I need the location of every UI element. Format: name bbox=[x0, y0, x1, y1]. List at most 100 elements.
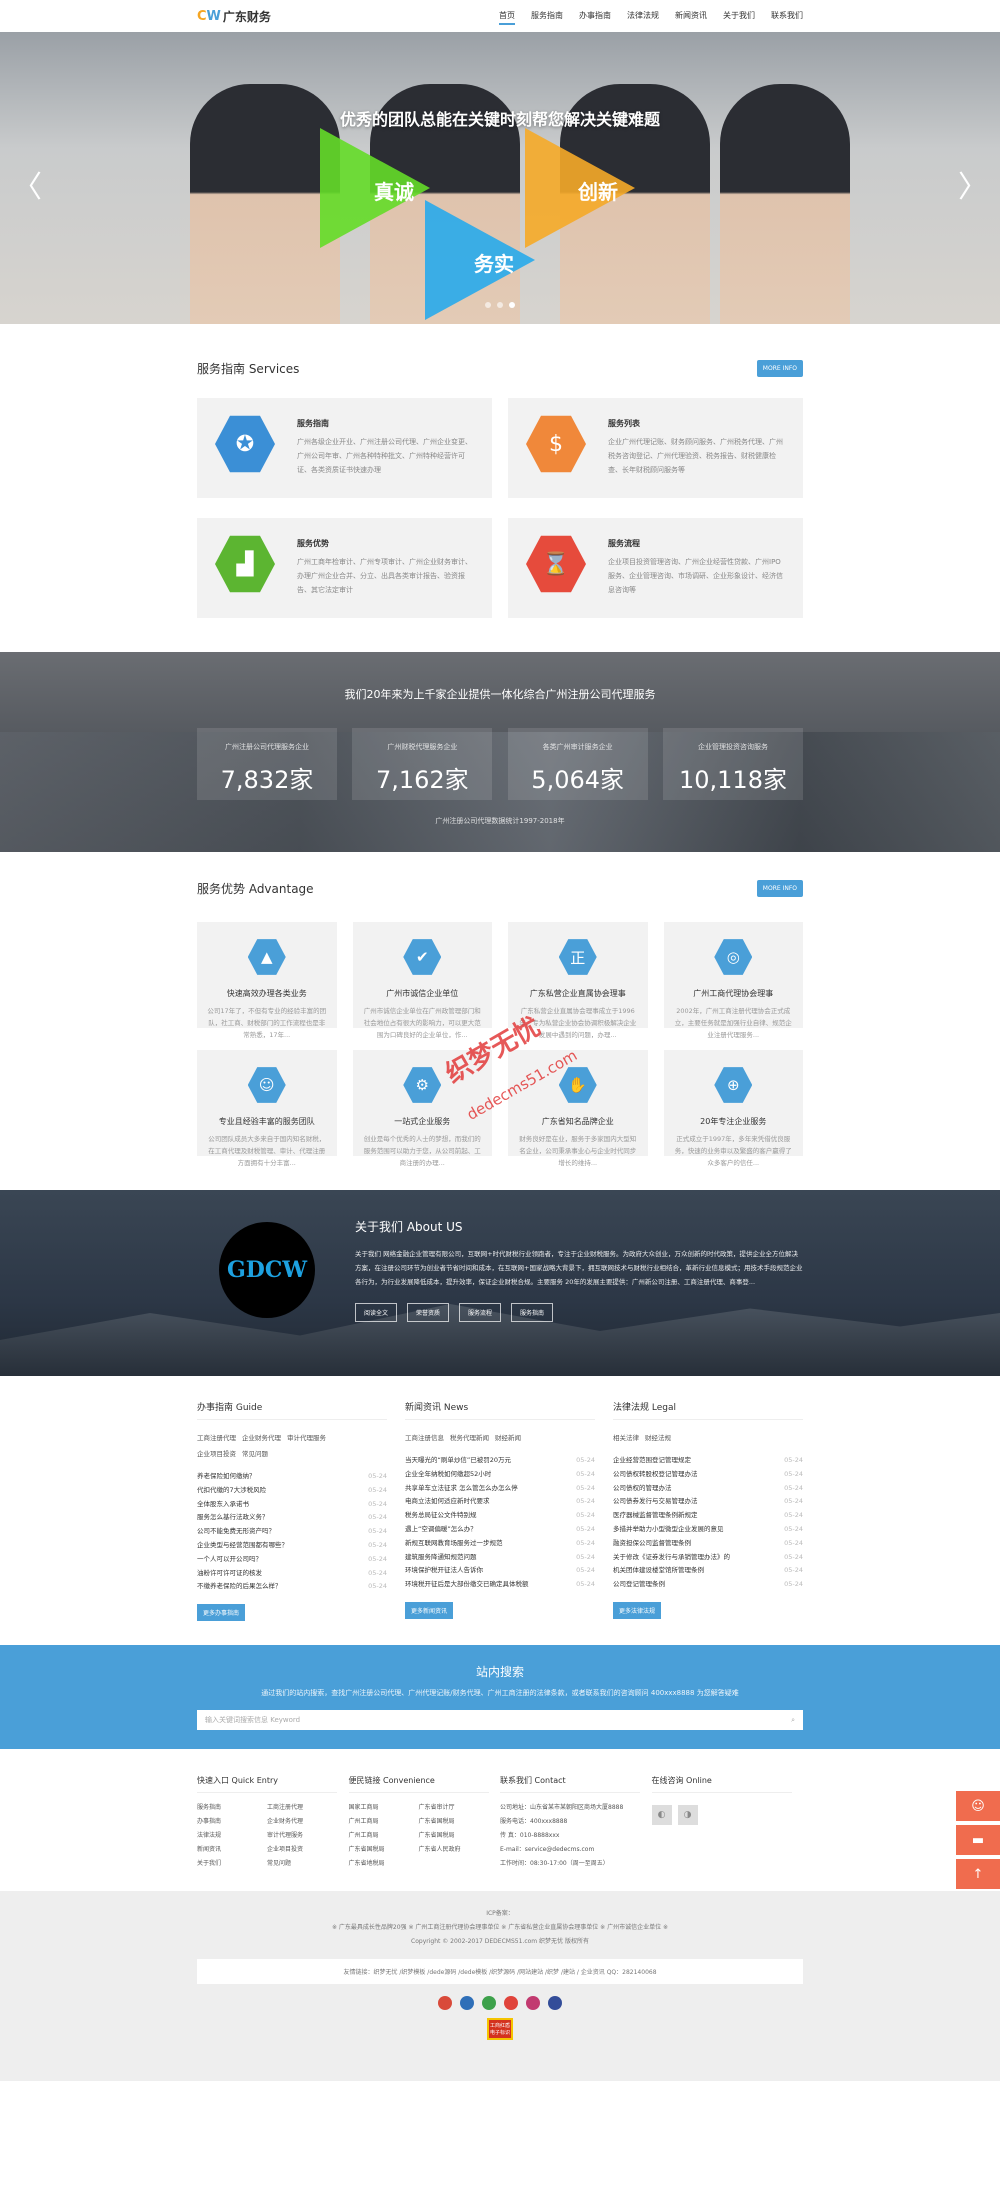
chat-float-icon[interactable]: ▬ bbox=[956, 1825, 1000, 1856]
service-card-process[interactable]: ⌛ 服务流程 企业项目投资管理咨询、广州企业经营性贷款、广州IPO服务、企业管理咨… bbox=[508, 518, 803, 618]
news-more-button[interactable]: 更多新闻资讯 bbox=[405, 1601, 454, 1619]
advantage-card[interactable]: ◎ 广州工商代理协会理事 2002年，广州工商注册代理协会正式成立，主要任务就是加强… bbox=[663, 922, 803, 1039]
list-item[interactable]: 新规互联网教育场服务过一步规范 05-24 bbox=[405, 1537, 595, 1551]
friend-links[interactable]: 友情链接：织梦无忧 /织梦模板 /dede源码 /dede模板 /织梦源码 /网… bbox=[197, 1959, 803, 1985]
news-tag[interactable]: 财经新闻 bbox=[495, 1434, 521, 1442]
footer-link[interactable]: 新闻资讯 bbox=[197, 1843, 267, 1857]
site-logo[interactable]: C W 广东财务 bbox=[197, 8, 271, 25]
list-item[interactable]: 多措并举助力小型微型企业发展的意见 05-24 bbox=[613, 1523, 803, 1537]
list-item[interactable]: 遇上“空调偏暖”怎么办？ 05-24 bbox=[405, 1523, 595, 1537]
footer-link[interactable]: 国家工商局 bbox=[349, 1801, 419, 1815]
list-item[interactable]: 公司债权转股权登记管理办法 05-24 bbox=[613, 1468, 803, 1482]
legal-tag[interactable]: 相关法律 bbox=[613, 1434, 639, 1442]
nav-item-guide[interactable]: 办事指南 bbox=[579, 8, 611, 25]
list-item[interactable]: 电商立法如何适应新时代要求 05-24 bbox=[405, 1495, 595, 1509]
footer-link[interactable]: 常见问题 bbox=[267, 1857, 337, 1871]
guide-tag[interactable]: 企业财务代理 bbox=[242, 1434, 281, 1442]
guide-tag[interactable]: 审计代理服务 bbox=[287, 1434, 326, 1442]
list-item[interactable]: 全体股东入承诺书 05-24 bbox=[197, 1498, 387, 1512]
honors-button[interactable]: 荣誉资质 bbox=[407, 1303, 450, 1322]
nav-item-about[interactable]: 关于我们 bbox=[723, 8, 755, 25]
footer-link[interactable]: 企业项目投资 bbox=[267, 1843, 337, 1857]
list-item[interactable]: 公司债券发行与交易管理办法 05-24 bbox=[613, 1495, 803, 1509]
banner-dot-active[interactable] bbox=[509, 302, 515, 308]
news-tag[interactable]: 工商注册信息 bbox=[405, 1434, 444, 1442]
footer-link[interactable]: 广东省地税局 bbox=[349, 1857, 419, 1871]
site-badge-icon[interactable] bbox=[548, 1996, 562, 2011]
advantage-card[interactable]: ✋ 广东省知名品牌企业 财务良好是在业，服务于多家国内大型知名企业，公司秉承事业心与… bbox=[508, 1050, 648, 1167]
advantage-card[interactable]: ✔ 广州市诚信企业单位 广州市诚信企业单位在广州政管理部门和社会地位占有很大的影响力… bbox=[352, 922, 492, 1039]
nav-item-news[interactable]: 新闻资讯 bbox=[675, 8, 707, 25]
footer-link[interactable]: 广东省国税局 bbox=[419, 1815, 489, 1829]
list-item[interactable]: 税务总局征公文件特别规 05-24 bbox=[405, 1509, 595, 1523]
wechat-icon[interactable]: ◑ bbox=[677, 1805, 698, 1826]
legal-tag[interactable]: 财经法规 bbox=[645, 1434, 671, 1442]
list-item[interactable]: 油粉许可许可证的核发 05-24 bbox=[197, 1567, 387, 1581]
qq-icon[interactable]: ◐ bbox=[651, 1805, 672, 1826]
nav-item-legal[interactable]: 法律法规 bbox=[627, 8, 659, 25]
footer-link[interactable]: 法律法规 bbox=[197, 1829, 267, 1843]
list-item[interactable]: 共享单车立法征求 怎么管怎么办怎么停 05-24 bbox=[405, 1482, 595, 1496]
trust-badge-icon[interactable] bbox=[526, 1996, 540, 2011]
footer-link[interactable] bbox=[419, 1857, 489, 1871]
footer-link[interactable]: 工商注册代理 bbox=[267, 1801, 337, 1815]
nav-item-home[interactable]: 首页 bbox=[499, 8, 515, 25]
list-item[interactable]: 不缴养老保险的后果怎么样？ 05-24 bbox=[197, 1580, 387, 1594]
list-item[interactable]: 代扣代缴的7大涉税风险 05-24 bbox=[197, 1484, 387, 1498]
police-badge-icon[interactable] bbox=[438, 1996, 452, 2011]
banner-next-arrow-icon[interactable]: 〉 bbox=[958, 162, 988, 206]
list-item[interactable]: 公司不能免费无形资产吗？ 05-24 bbox=[197, 1525, 387, 1539]
footer-link[interactable]: 关于我们 bbox=[197, 1857, 267, 1871]
team-float-icon[interactable]: ☺ bbox=[956, 1791, 1000, 1822]
list-item[interactable]: 医疗器械监督管理条例新规定 05-24 bbox=[613, 1509, 803, 1523]
list-item[interactable]: 公司登记管理条例 05-24 bbox=[613, 1578, 803, 1592]
guide-button[interactable]: 服务指南 bbox=[511, 1303, 554, 1322]
service-card-advantage[interactable]: ▟ 服务优势 广州工商年检审计、广州专项审计、广州企业财务审计、办理广州企业合并、… bbox=[197, 518, 492, 618]
list-item[interactable]: 关于修改《证券发行与承销管理办法》的 05-24 bbox=[613, 1551, 803, 1565]
footer-link[interactable]: 广东省国税局 bbox=[419, 1829, 489, 1843]
security-badge-icon[interactable] bbox=[460, 1996, 474, 2011]
advantage-card[interactable]: ⊕ 20年专注企业服务 正式成立于1997年，多年来凭借优良服务，快速的业务审以及繁… bbox=[663, 1050, 803, 1167]
services-more-button[interactable]: MORE INFO bbox=[756, 359, 803, 377]
footer-link[interactable]: 广东省审计厅 bbox=[419, 1801, 489, 1815]
advantage-card[interactable]: ☺ 专业且经验丰富的服务团队 公司团队成员大多来自于国内知名财税，在工商代理及财税管… bbox=[197, 1050, 337, 1167]
back-to-top-icon[interactable]: ↑ bbox=[956, 1859, 1000, 1890]
advantage-card[interactable]: ▲ 快速高效办理各类业务 公司17年了，不但有专业的经验丰富的团队，社工商、财税部门… bbox=[197, 922, 337, 1039]
list-item[interactable]: 当天曝光的“刷单炒信”已被罚20万元 05-24 bbox=[405, 1454, 595, 1468]
nav-item-contact[interactable]: 联系我们 bbox=[771, 8, 803, 25]
guide-more-button[interactable]: 更多办事指南 bbox=[197, 1604, 246, 1622]
banner-dot[interactable] bbox=[485, 302, 491, 308]
list-item[interactable]: 建筑服务降通知规范问题 05-24 bbox=[405, 1551, 595, 1565]
process-button[interactable]: 服务流程 bbox=[459, 1303, 502, 1322]
list-item[interactable]: 一个人可以开公司吗？ 05-24 bbox=[197, 1553, 387, 1567]
gov-seal[interactable]: 工商红盾 电子标识 bbox=[487, 2018, 513, 2041]
footer-link[interactable]: 广州工商局 bbox=[349, 1829, 419, 1843]
advantage-more-button[interactable]: MORE INFO bbox=[756, 879, 803, 897]
footer-link[interactable]: 审计代理服务 bbox=[267, 1829, 337, 1843]
cert-badge-icon[interactable] bbox=[504, 1996, 518, 2011]
contact-email[interactable]: E-mail：service@dedecms.com bbox=[500, 1843, 652, 1857]
footer-link[interactable]: 广州工商局 bbox=[349, 1815, 419, 1829]
list-item[interactable]: 环境保护税开征法人告诉你 05-24 bbox=[405, 1564, 595, 1578]
footer-link[interactable]: 广东省国税局 bbox=[349, 1843, 419, 1857]
list-item[interactable]: 养老保险如何缴纳？ 05-24 bbox=[197, 1470, 387, 1484]
guide-tag[interactable]: 工商注册代理 bbox=[197, 1434, 236, 1442]
list-item[interactable]: 企业经营范围登记管理规定 05-24 bbox=[613, 1454, 803, 1468]
service-card-guide[interactable]: ✪ 服务指南 广州各级企业开业、广州注册公司代理、广州企业变更、广州公司年审、广州… bbox=[197, 398, 492, 498]
list-item[interactable]: 服务怎么基行法政义务？ 05-24 bbox=[197, 1511, 387, 1525]
list-item[interactable]: 企业全年纳税如何缴超52小时 05-24 bbox=[405, 1468, 595, 1482]
search-input[interactable]: 输入关键词搜索信息 Keyword ⌕ bbox=[197, 1710, 803, 1731]
legal-more-button[interactable]: 更多法律法规 bbox=[613, 1601, 662, 1619]
news-tag[interactable]: 税务代理新闻 bbox=[450, 1434, 489, 1442]
footer-link[interactable]: 办事指南 bbox=[197, 1815, 267, 1829]
list-item[interactable]: 机关团体建设楼堂馆所管理条例 05-24 bbox=[613, 1564, 803, 1578]
footer-link[interactable]: 服务指南 bbox=[197, 1801, 267, 1815]
list-item[interactable]: 环境税开征后是大部份缴交已确定具体税额 05-24 bbox=[405, 1578, 595, 1592]
banner-dot[interactable] bbox=[497, 302, 503, 308]
guide-tag[interactable]: 企业项目投资 bbox=[197, 1450, 236, 1458]
footer-link[interactable]: 企业财务代理 bbox=[267, 1815, 337, 1829]
list-item[interactable]: 融资担保公司监督管理条例 05-24 bbox=[613, 1537, 803, 1551]
service-card-list[interactable]: $ 服务列表 企业广州代理记账、财务顾问服务、广州税务代理、广州税务咨询登记、广州… bbox=[508, 398, 803, 498]
search-icon[interactable]: ⌕ bbox=[791, 1716, 795, 1725]
nav-item-services[interactable]: 服务指南 bbox=[531, 8, 563, 25]
